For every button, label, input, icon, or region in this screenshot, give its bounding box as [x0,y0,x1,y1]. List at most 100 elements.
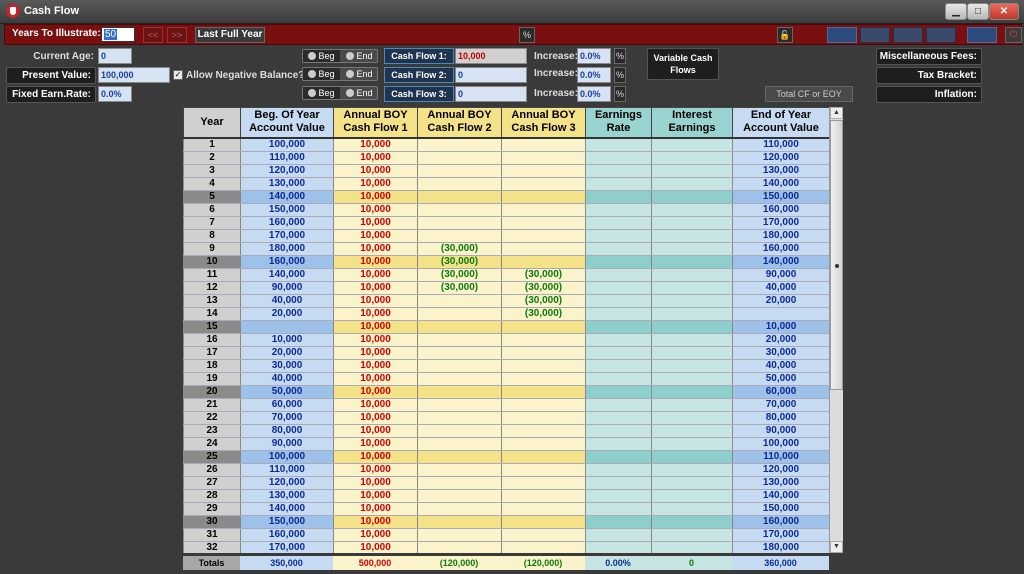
beg-end-toggle[interactable]: Beg End [302,86,378,100]
cell-cash-flow-2[interactable] [417,307,502,321]
table-row[interactable]: 1 100,000 10,000 110,000 [183,137,829,152]
cell-cash-flow-3[interactable] [501,398,586,412]
cell-year[interactable]: 6 [183,203,241,217]
cell-cash-flow-1[interactable]: 10,000 [333,385,418,399]
cell-cash-flow-1[interactable]: 10,000 [333,242,418,256]
cell-year[interactable]: 18 [183,359,241,373]
cell-earnings-rate[interactable] [585,385,652,399]
cell-interest-earnings[interactable] [651,476,733,490]
cell-end-value[interactable]: 150,000 [732,190,829,204]
cell-cash-flow-2[interactable]: (30,000) [417,242,502,256]
cell-earnings-rate[interactable] [585,437,652,451]
cell-interest-earnings[interactable] [651,502,733,516]
cell-end-value[interactable]: 40,000 [732,359,829,373]
table-row[interactable]: 9 180,000 10,000 (30,000) 160,000 [183,242,829,256]
cell-interest-earnings[interactable] [651,541,733,553]
cell-earnings-rate[interactable] [585,476,652,490]
table-row[interactable]: 30 150,000 10,000 160,000 [183,515,829,529]
cell-cash-flow-2[interactable] [417,372,502,386]
cash-flow-1-button[interactable]: Cash Flow 1: [384,48,454,64]
cell-beg-value[interactable]: 140,000 [240,268,334,282]
column-header-cash-flow-2[interactable]: Annual BOY Cash Flow 2 [417,107,502,139]
cell-cash-flow-3[interactable] [501,450,586,464]
cell-beg-value[interactable]: 160,000 [240,255,334,269]
cell-cash-flow-3[interactable] [501,528,586,542]
cell-interest-earnings[interactable] [651,294,733,308]
cell-earnings-rate[interactable] [585,489,652,503]
cell-beg-value[interactable]: 140,000 [240,502,334,516]
cell-cash-flow-3[interactable] [501,502,586,516]
scroll-thumb[interactable] [830,120,843,390]
table-row[interactable]: 11 140,000 10,000 (30,000) (30,000) 90,000 [183,268,829,282]
cell-year[interactable]: 19 [183,372,241,386]
cell-end-value[interactable]: 20,000 [732,294,829,308]
cell-year[interactable]: 30 [183,515,241,529]
table-row[interactable]: 25 100,000 10,000 110,000 [183,450,829,464]
power-icon[interactable]: ⏻ [1005,27,1022,43]
cell-end-value[interactable]: 140,000 [732,177,829,191]
cell-cash-flow-2[interactable] [417,385,502,399]
cell-beg-value[interactable]: 40,000 [240,294,334,308]
cell-year[interactable]: 3 [183,164,241,178]
cell-interest-earnings[interactable] [651,203,733,217]
cell-end-value[interactable]: 140,000 [732,489,829,503]
cell-earnings-rate[interactable] [585,164,652,178]
total-cf-or-eoy-button[interactable]: Total CF or EOY [765,86,853,102]
cell-cash-flow-1[interactable]: 10,000 [333,320,418,334]
cell-cash-flow-3[interactable] [501,203,586,217]
inflation-button[interactable]: Inflation: [876,86,982,103]
column-header-cash-flow-3[interactable]: Annual BOY Cash Flow 3 [501,107,586,139]
cell-end-value[interactable]: 90,000 [732,268,829,282]
cell-year[interactable]: 12 [183,281,241,295]
close-button[interactable]: ✕ [989,3,1019,20]
cell-cash-flow-3[interactable]: (30,000) [501,281,586,295]
table-row[interactable]: 10 160,000 10,000 (30,000) 140,000 [183,255,829,269]
cell-earnings-rate[interactable] [585,541,652,553]
cell-beg-value[interactable]: 110,000 [240,151,334,165]
cell-interest-earnings[interactable] [651,242,733,256]
cell-cash-flow-3[interactable]: (30,000) [501,268,586,282]
cell-interest-earnings[interactable] [651,137,733,152]
cell-end-value[interactable]: 180,000 [732,229,829,243]
table-row[interactable]: 27 120,000 10,000 130,000 [183,476,829,490]
beg-option[interactable]: Beg [303,87,340,99]
cell-cash-flow-1[interactable]: 10,000 [333,515,418,529]
cell-earnings-rate[interactable] [585,424,652,438]
cell-cash-flow-2[interactable]: (30,000) [417,255,502,269]
cell-cash-flow-2[interactable] [417,502,502,516]
cell-interest-earnings[interactable] [651,151,733,165]
cell-earnings-rate[interactable] [585,137,652,152]
cell-year[interactable]: 31 [183,528,241,542]
cell-cash-flow-2[interactable] [417,137,502,152]
cell-year[interactable]: 9 [183,242,241,256]
table-row[interactable]: 15 10,000 10,000 [183,320,829,334]
cell-cash-flow-2[interactable] [417,203,502,217]
cell-end-value[interactable]: 170,000 [732,216,829,230]
cell-end-value[interactable]: 130,000 [732,164,829,178]
column-header-interest-earnings[interactable]: Interest Earnings [651,107,733,139]
cell-interest-earnings[interactable] [651,255,733,269]
cell-end-value[interactable] [732,307,829,321]
cell-end-value[interactable]: 120,000 [732,463,829,477]
cell-interest-earnings[interactable] [651,411,733,425]
cell-cash-flow-1[interactable]: 10,000 [333,294,418,308]
cell-end-value[interactable]: 10,000 [732,320,829,334]
cell-end-value[interactable]: 110,000 [732,137,829,152]
cell-end-value[interactable]: 140,000 [732,255,829,269]
table-row[interactable]: 6 150,000 10,000 160,000 [183,203,829,217]
cell-cash-flow-1[interactable]: 10,000 [333,216,418,230]
cell-cash-flow-2[interactable] [417,437,502,451]
cell-cash-flow-1[interactable]: 10,000 [333,359,418,373]
cell-cash-flow-1[interactable]: 10,000 [333,268,418,282]
cash-flow-2-input[interactable]: 0 [455,67,527,83]
cell-year[interactable]: 27 [183,476,241,490]
table-row[interactable]: 20 50,000 10,000 60,000 [183,385,829,399]
cell-beg-value[interactable]: 150,000 [240,203,334,217]
table-row[interactable]: 5 140,000 10,000 150,000 [183,190,829,204]
cell-end-value[interactable]: 40,000 [732,281,829,295]
cell-cash-flow-2[interactable] [417,177,502,191]
cell-cash-flow-1[interactable]: 10,000 [333,476,418,490]
table-row[interactable]: 4 130,000 10,000 140,000 [183,177,829,191]
cell-interest-earnings[interactable] [651,190,733,204]
cell-end-value[interactable]: 160,000 [732,203,829,217]
